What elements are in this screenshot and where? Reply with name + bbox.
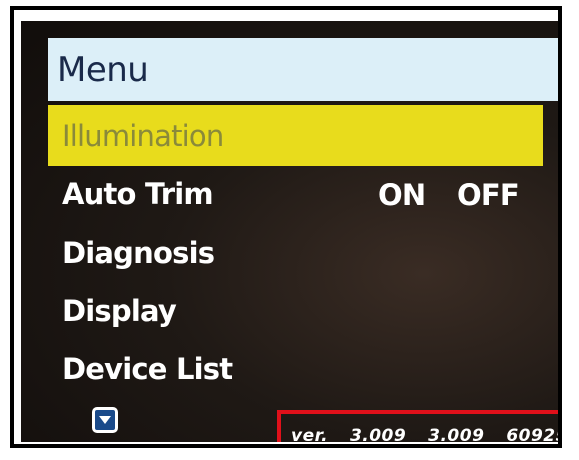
menu-item-auto-trim[interactable]: Auto Trim [53,166,353,222]
menu-item-diagnosis[interactable]: Diagnosis [53,225,543,281]
scroll-down-button[interactable] [92,407,118,433]
menu-item-label: Diagnosis [62,236,215,270]
menu-item-label: Display [62,294,177,328]
menu-item-label: Device List [62,352,233,386]
version-info-highlight: ver. 3.009 3.009 60925 [277,410,558,442]
version-value-3: 60925 [506,426,558,442]
menu-item-display[interactable]: Display [53,283,543,339]
menu-item-device-list[interactable]: Device List [53,341,543,397]
menu-item-label: Illumination [62,118,224,153]
auto-trim-off-option[interactable]: OFF [457,178,520,212]
version-prefix: ver. [291,426,329,442]
chevron-down-icon [98,415,112,425]
menu-item-label: Auto Trim [62,177,214,211]
menu-title: Menu [48,38,558,101]
version-value-2: 3.009 [428,426,485,442]
version-value-1: 3.009 [349,426,407,442]
menu-item-illumination[interactable]: Illumination [48,105,543,166]
device-screen: Menu Illumination Auto Trim ON OFF Diagn… [21,21,558,442]
auto-trim-on-option[interactable]: ON [378,178,426,212]
